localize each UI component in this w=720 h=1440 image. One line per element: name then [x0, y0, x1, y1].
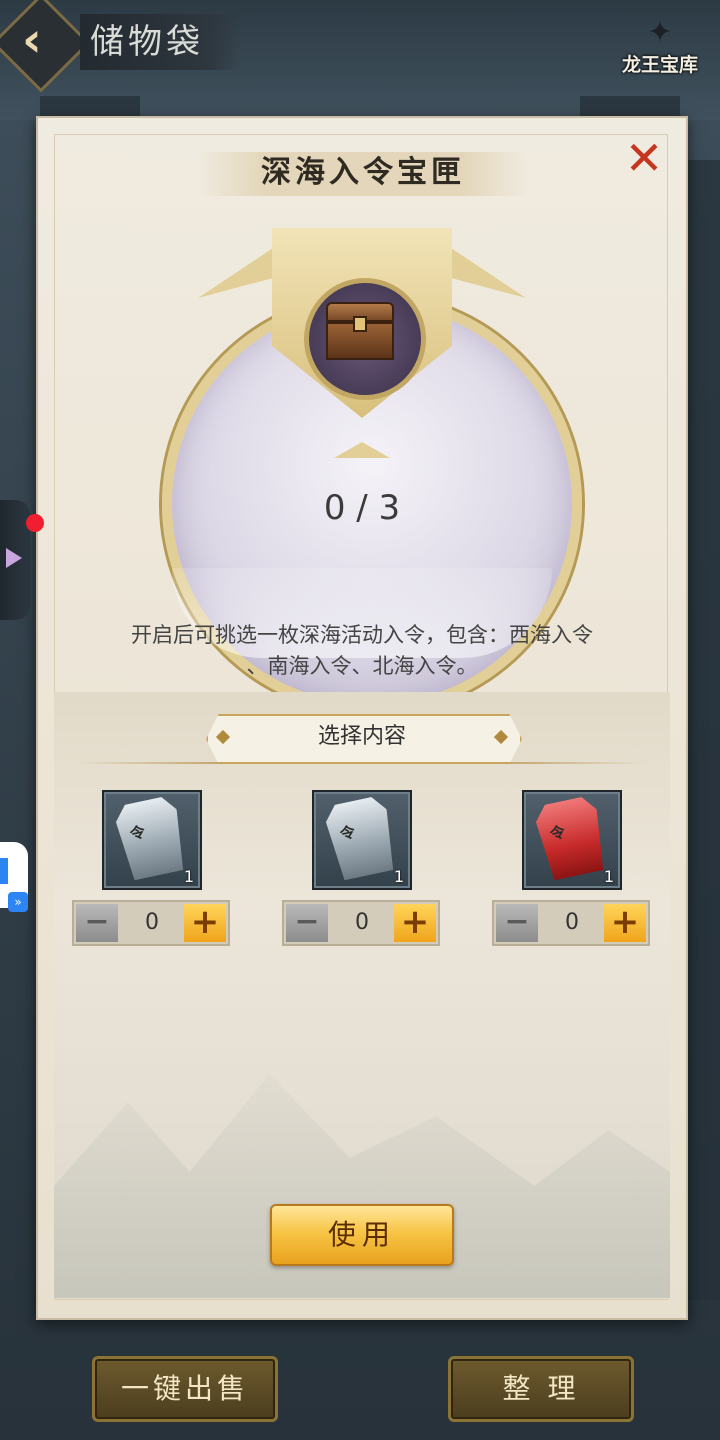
- red-token-icon: [533, 794, 609, 881]
- quantity-stepper: − 0 +: [492, 900, 650, 946]
- minus-button[interactable]: −: [76, 904, 118, 942]
- notification-dot: [26, 514, 44, 532]
- item-count: 1: [183, 867, 194, 886]
- sort-button[interactable]: 整 理: [448, 1356, 634, 1422]
- minus-button[interactable]: −: [496, 904, 538, 942]
- fast-forward-icon[interactable]: »: [8, 892, 28, 912]
- treasure-box-dialog: 深海入令宝匣 ✕ 0 / 3 开启后可挑选一枚深海活动入令，包含：西海入令 、南…: [36, 116, 688, 1320]
- selection-progress: 0 / 3: [323, 488, 401, 528]
- section-title: 选择内容: [317, 724, 406, 749]
- option-slot: 令 1 − 0 +: [72, 790, 232, 952]
- chevron-up-icon: [334, 442, 390, 458]
- dialog-title: 深海入令宝匣: [261, 155, 465, 190]
- description-line-2: 、南海入令、北海入令。: [246, 654, 478, 678]
- silver-token-icon: [113, 794, 189, 881]
- quantity-value: 0: [355, 910, 369, 935]
- description-line-1: 开启后可挑选一枚深海活动入令，包含：西海入令: [131, 623, 593, 647]
- treasure-chest-icon: [326, 302, 394, 360]
- dragon-icon: ✦: [647, 15, 673, 50]
- quantity-value: 0: [565, 910, 579, 935]
- item-slot[interactable]: 令 1: [312, 790, 412, 890]
- minus-button[interactable]: −: [286, 904, 328, 942]
- item-slot[interactable]: 令 1: [522, 790, 622, 890]
- assistant-icon: [0, 858, 8, 884]
- plus-button[interactable]: +: [184, 904, 226, 942]
- arrow-right-icon: [6, 548, 22, 568]
- use-button[interactable]: 使用: [270, 1204, 454, 1266]
- quantity-stepper: − 0 +: [72, 900, 230, 946]
- item-slot[interactable]: 令 1: [102, 790, 202, 890]
- item-count: 1: [393, 867, 404, 886]
- inventory-grid-edge: [686, 160, 720, 1300]
- vault-label: 龙王宝库: [621, 54, 698, 76]
- option-slot: 令 1 − 0 +: [282, 790, 442, 952]
- option-slot: 令 1 − 0 +: [492, 790, 652, 952]
- item-description: 开启后可挑选一枚深海活动入令，包含：西海入令 、南海入令、北海入令。: [82, 620, 642, 690]
- plus-button[interactable]: +: [604, 904, 646, 942]
- quantity-value: 0: [145, 910, 159, 935]
- sell-all-button[interactable]: 一键出售: [92, 1356, 278, 1422]
- silver-token-icon: [323, 794, 399, 881]
- dragon-vault-logo[interactable]: ✦ 龙王宝库: [610, 16, 710, 86]
- item-count: 1: [603, 867, 614, 886]
- chevron-left-icon: ‹: [22, 12, 42, 68]
- page-title: 储物袋: [80, 14, 240, 70]
- close-icon[interactable]: ✕: [622, 135, 666, 181]
- plus-button[interactable]: +: [394, 904, 436, 942]
- quantity-stepper: − 0 +: [282, 900, 440, 946]
